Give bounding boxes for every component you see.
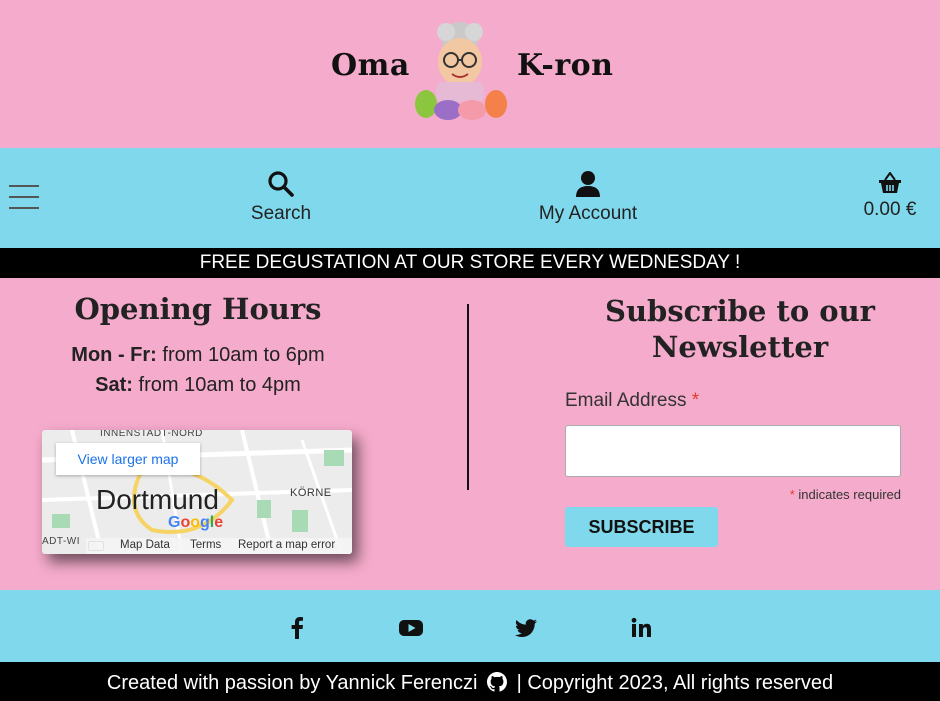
site-footer: Created with passion by Yannick Ferenczi… xyxy=(0,662,940,701)
newsletter-title: Subscribe to our Newsletter xyxy=(605,294,875,364)
google-logo: Google xyxy=(168,514,224,531)
search-label: Search xyxy=(250,203,312,224)
hours-day-saturday: Sat: xyxy=(95,374,133,396)
required-note: * indicates required xyxy=(700,487,901,502)
search-icon xyxy=(268,171,294,197)
section-divider xyxy=(467,304,469,490)
required-note-text: indicates required xyxy=(798,487,901,502)
youtube-icon[interactable] xyxy=(398,616,424,640)
linkedin-icon[interactable] xyxy=(628,616,654,640)
map-data-link[interactable]: Map Data xyxy=(120,539,170,551)
required-note-star: * xyxy=(789,487,795,502)
map-district-label: KÖRNE xyxy=(290,487,332,499)
google-map-embed[interactable]: INNENSTADT-NORD View larger map Dortmund… xyxy=(42,430,352,554)
search-button[interactable]: Search xyxy=(240,170,322,225)
hours-day-weekday: Mon - Fr: xyxy=(71,344,157,366)
map-district-left: ADT-WI xyxy=(42,536,80,547)
opening-hours-title: Opening Hours xyxy=(74,292,322,326)
map-footer-bar: Map Data Terms Report a map error xyxy=(86,538,352,554)
email-field-label: Email Address * xyxy=(565,390,699,412)
map-city-label: Dortmund xyxy=(96,484,219,515)
hamburger-menu-icon[interactable] xyxy=(9,185,39,211)
cart-button[interactable]: 0.00 € xyxy=(858,171,922,221)
view-larger-map-link[interactable]: View larger map xyxy=(56,443,200,475)
hours-line-weekday: Mon - Fr: from 10am to 6pm xyxy=(20,344,376,367)
required-star: * xyxy=(691,390,700,411)
promo-banner: FREE DEGUSTATION AT OUR STORE EVERY WEDN… xyxy=(0,248,940,278)
github-icon[interactable] xyxy=(487,672,508,692)
subscribe-button[interactable]: SUBSCRIBE xyxy=(565,507,718,547)
logo-text-right[interactable]: K-ron xyxy=(517,48,613,83)
facebook-icon[interactable] xyxy=(284,616,310,640)
twitter-icon[interactable] xyxy=(513,616,539,640)
hours-time-saturday: from 10am to 4pm xyxy=(138,374,301,396)
cart-total: 0.00 € xyxy=(863,199,917,220)
hours-line-saturday: Sat: from 10am to 4pm xyxy=(20,374,376,397)
user-icon xyxy=(576,171,600,197)
site-header: Oma K-ron xyxy=(0,0,940,148)
main-nav xyxy=(0,148,940,248)
grandma-logo-icon[interactable] xyxy=(410,18,514,126)
social-bar xyxy=(0,590,940,662)
email-label-text: Email Address xyxy=(565,390,687,411)
footer-copyright: | Copyright 2023, All rights reserved xyxy=(516,672,834,694)
shopping-basket-icon xyxy=(879,171,901,193)
logo-text-left[interactable]: Oma xyxy=(331,48,410,83)
map-report-link[interactable]: Report a map error xyxy=(238,539,335,551)
footer-credit: Created with passion by Yannick Ferenczi xyxy=(106,672,478,694)
map-terms-link[interactable]: Terms xyxy=(190,539,221,551)
my-account-label: My Account xyxy=(538,203,638,224)
map-district-top: INNENSTADT-NORD xyxy=(100,430,203,439)
hours-time-weekday: from 10am to 6pm xyxy=(162,344,325,366)
email-field[interactable] xyxy=(565,425,901,477)
my-account-button[interactable]: My Account xyxy=(530,170,646,225)
